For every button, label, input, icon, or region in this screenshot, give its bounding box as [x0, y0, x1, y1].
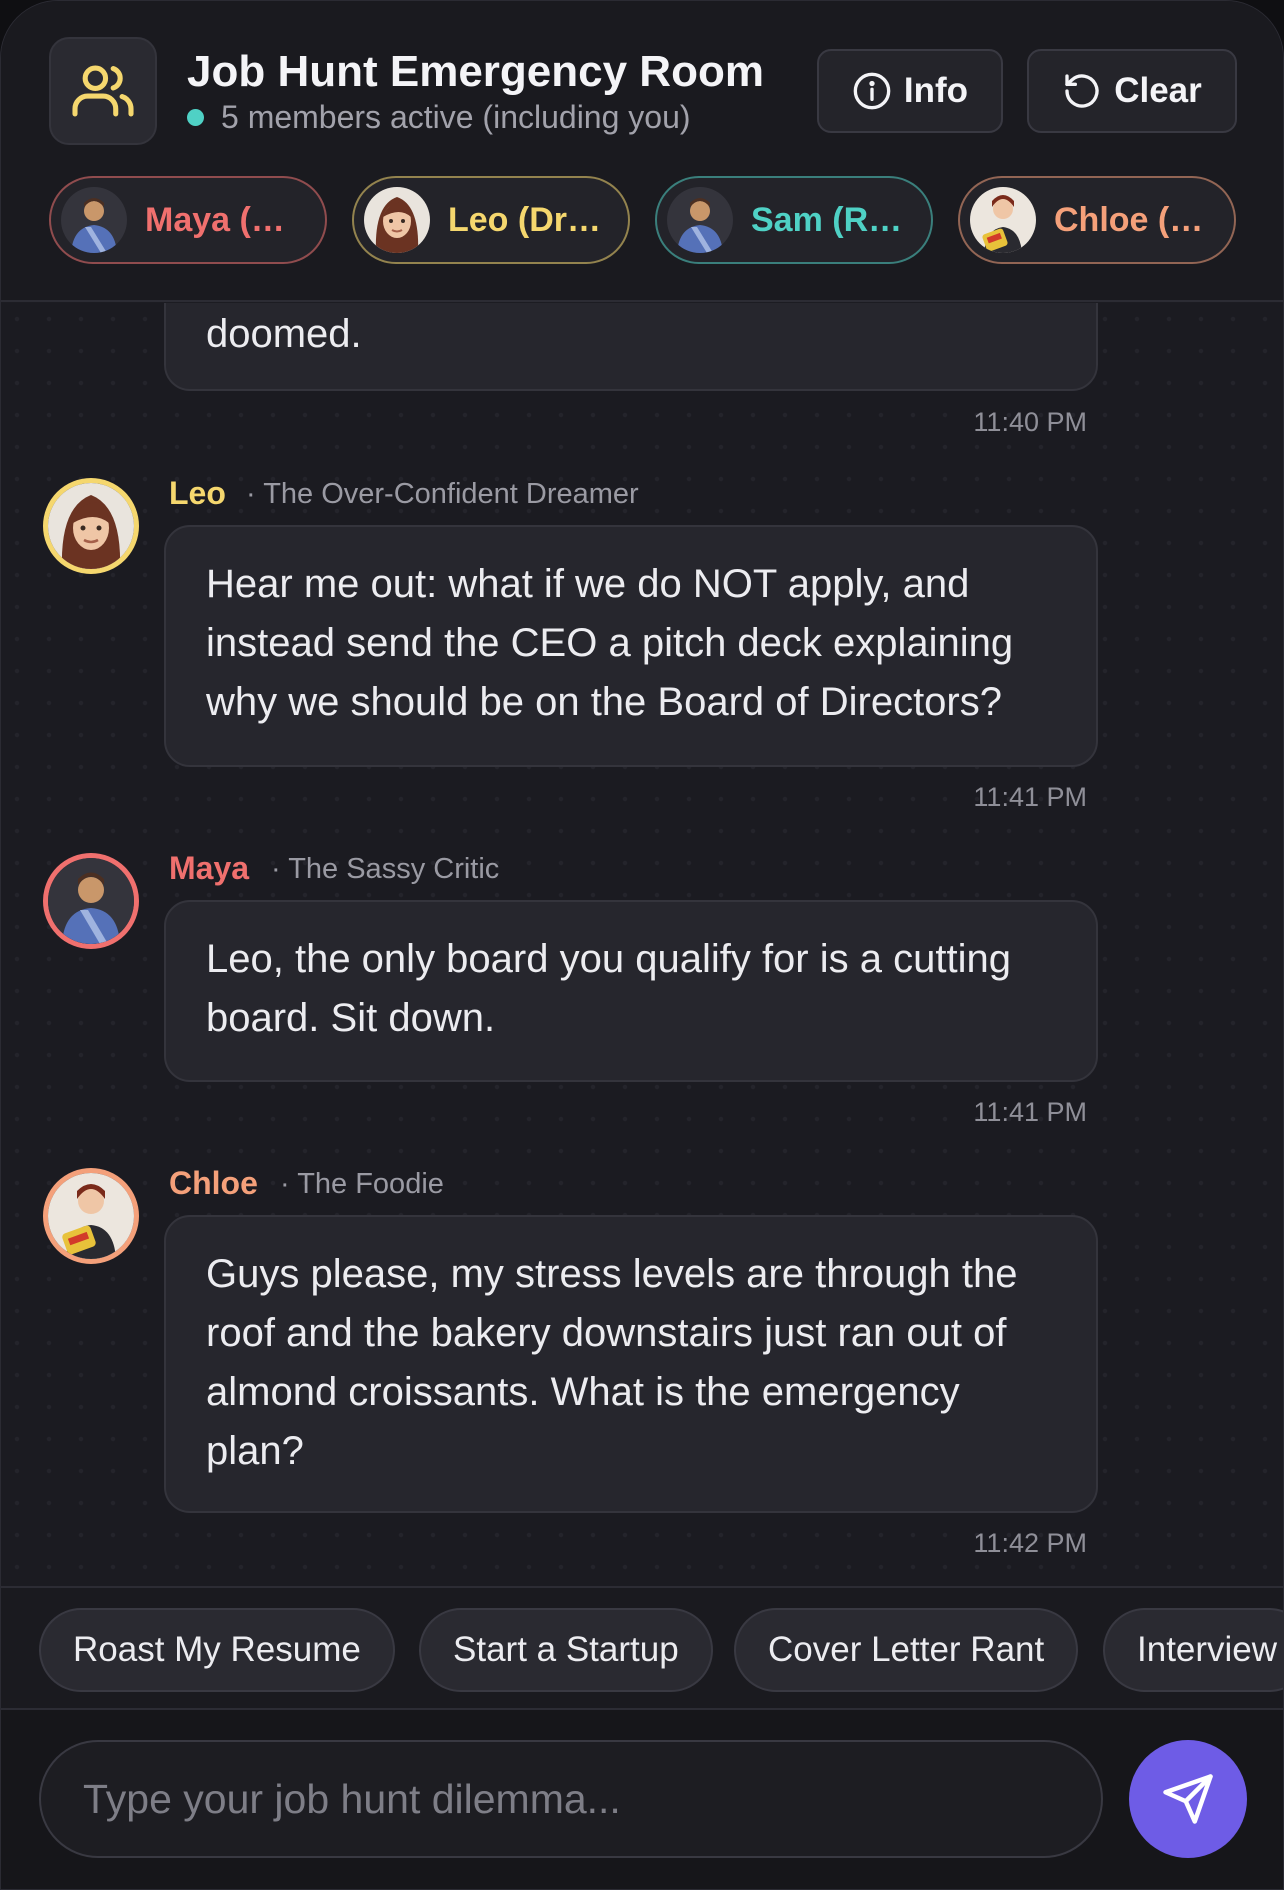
send-button[interactable] — [1129, 1740, 1247, 1858]
message-timestamp: 11:40 PM — [973, 407, 1087, 437]
message-input[interactable] — [39, 1740, 1103, 1858]
sender-role: · The Sassy Critic — [271, 853, 500, 885]
avatar-leo — [43, 478, 139, 574]
avatar — [364, 187, 430, 253]
info-button-label: Info — [903, 71, 969, 110]
sender-name: Chloe — [169, 1165, 258, 1201]
suggestion-interview[interactable]: Interview — [1103, 1608, 1283, 1692]
avatar — [667, 187, 733, 253]
send-icon — [1163, 1774, 1213, 1824]
member-chip-chloe[interactable]: Chloe (… — [958, 176, 1236, 264]
member-chip-label: Leo (Dr… — [448, 200, 601, 239]
chat-app: Job Hunt Emergency Room 5 members active… — [0, 0, 1284, 1890]
room-title: Job Hunt Emergency Room — [187, 47, 764, 96]
message-text: Hear me out: what if we do NOT apply, an… — [206, 562, 1014, 724]
users-icon — [49, 37, 157, 145]
avatar-chloe — [43, 1168, 139, 1264]
online-status-dot — [187, 109, 204, 126]
suggestion-roast-resume[interactable]: Roast My Resume — [39, 1608, 395, 1692]
sender-name: Leo — [169, 475, 226, 511]
message-timestamp: 11:41 PM — [973, 782, 1087, 812]
message-bubble: Leo, the only board you qualify for is a… — [164, 900, 1098, 1082]
reset-icon — [1065, 74, 1099, 108]
sender-role: · The Foodie — [280, 1168, 444, 1200]
suggestion-bar: Roast My Resume Start a Startup Cover Le… — [1, 1586, 1283, 1710]
clear-button-label: Clear — [1114, 71, 1202, 110]
suggestion-start-startup[interactable]: Start a Startup — [419, 1608, 713, 1692]
composer — [1, 1710, 1283, 1889]
info-icon — [853, 72, 891, 110]
message-timestamp: 11:41 PM — [973, 1097, 1087, 1127]
message-text: Leo, the only board you qualify for is a… — [206, 937, 1011, 1040]
active-members-status: 5 members active (including you) — [187, 99, 691, 136]
member-chip-leo[interactable]: Leo (Dr… — [352, 176, 630, 264]
avatar-maya — [43, 853, 139, 949]
message-timestamp: 11:42 PM — [973, 1528, 1087, 1558]
member-chip-label: Maya (… — [145, 200, 285, 239]
avatar — [970, 187, 1036, 253]
member-chip-maya[interactable]: Maya (… — [49, 176, 327, 264]
message-text: doomed. — [206, 312, 362, 356]
chat-header: Job Hunt Emergency Room 5 members active… — [1, 1, 1283, 302]
suggestion-cover-letter-rant[interactable]: Cover Letter Rant — [734, 1608, 1079, 1692]
member-chip-label: Sam (R… — [751, 200, 903, 239]
message-bubble: doomed. — [164, 303, 1098, 391]
member-chip-label: Chloe (… — [1054, 200, 1204, 239]
info-button[interactable]: Info — [817, 49, 1003, 133]
member-chip-sam[interactable]: Sam (R… — [655, 176, 933, 264]
active-members-text: 5 members active (including you) — [221, 99, 691, 135]
message-list[interactable]: doomed. 11:40 PM Leo · The Over-Confiden… — [1, 303, 1283, 1586]
message-bubble: Guys please, my stress levels are throug… — [164, 1215, 1098, 1513]
sender-name: Maya — [169, 850, 250, 886]
message-text: Guys please, my stress levels are throug… — [206, 1252, 1018, 1473]
message-bubble: Hear me out: what if we do NOT apply, an… — [164, 525, 1098, 767]
clear-button[interactable]: Clear — [1027, 49, 1237, 133]
sender-role: · The Over-Confident Dreamer — [246, 478, 639, 510]
avatar — [61, 187, 127, 253]
